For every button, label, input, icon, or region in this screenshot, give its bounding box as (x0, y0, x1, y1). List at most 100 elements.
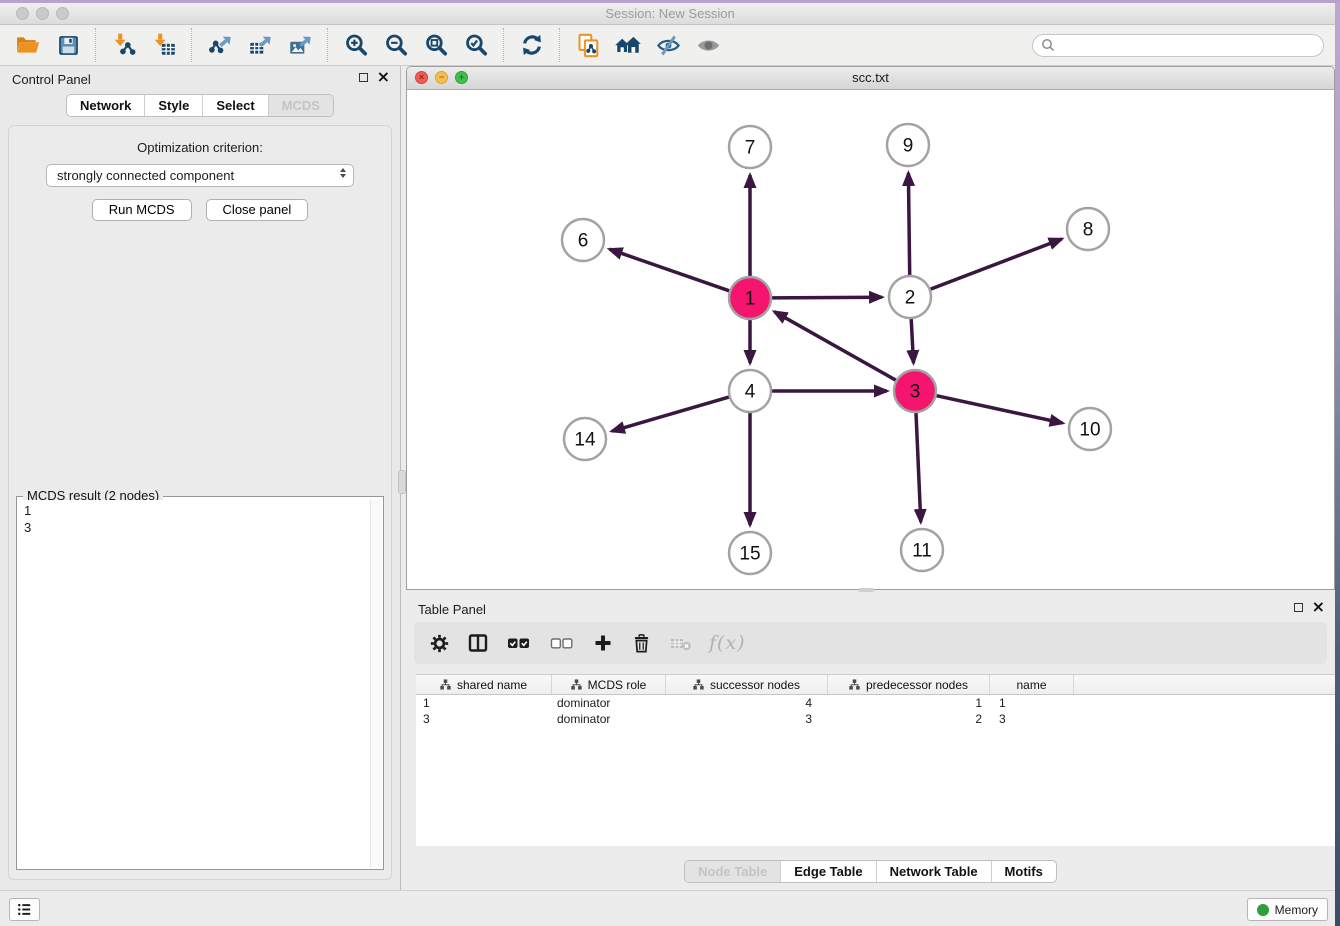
clone-network-icon (575, 32, 602, 59)
clone-network-button[interactable] (568, 27, 608, 63)
columns-icon (466, 631, 490, 655)
cell-predecessor_nodes[interactable]: 2 (828, 712, 990, 726)
tab-network[interactable]: Network (67, 95, 144, 116)
node-4[interactable]: 4 (729, 370, 771, 412)
edge-3-11[interactable] (916, 413, 921, 522)
cell-successor_nodes[interactable]: 3 (666, 712, 828, 726)
result-scrollbar[interactable] (370, 500, 382, 868)
node-9[interactable]: 9 (887, 124, 929, 166)
close-panel-icon[interactable]: × (377, 71, 390, 83)
delete-column-button[interactable] (630, 632, 653, 655)
table-row[interactable]: 3dominator323 (416, 711, 1335, 727)
deselect-all-columns-button[interactable] (548, 631, 576, 655)
show-panel-button[interactable] (688, 27, 728, 63)
node-8[interactable]: 8 (1067, 208, 1109, 250)
column-header-name[interactable]: name (990, 675, 1074, 694)
show-all-networks-button[interactable] (608, 27, 648, 63)
node-10[interactable]: 10 (1069, 408, 1111, 450)
plus-icon (591, 631, 615, 655)
import-table-button[interactable] (144, 27, 184, 63)
network-canvas[interactable]: 7 9 6 8 1 2 4 3 14 10 15 11 (407, 90, 1334, 590)
zoom-out-button[interactable] (376, 27, 416, 63)
column-header-shared-name[interactable]: shared name (416, 675, 552, 694)
cell-shared_name[interactable]: 3 (416, 712, 552, 726)
open-session-button[interactable] (8, 27, 48, 63)
zoom-fit-button[interactable] (416, 27, 456, 63)
node-2[interactable]: 2 (889, 276, 931, 318)
show-column-panel-button[interactable] (466, 631, 490, 655)
node-1[interactable]: 1 (729, 277, 771, 319)
cell-mcds_role[interactable]: dominator (552, 712, 666, 726)
edge-3-1[interactable] (774, 312, 895, 381)
eye-icon (695, 32, 722, 59)
tab-motifs[interactable]: Motifs (991, 861, 1056, 882)
close-table-panel-icon[interactable]: × (1312, 601, 1325, 613)
edge-1-2[interactable] (772, 297, 882, 298)
column-header-MCDS-role[interactable]: MCDS role (552, 675, 666, 694)
tab-edge-table[interactable]: Edge Table (780, 861, 875, 882)
export-table-button[interactable] (240, 27, 280, 63)
svg-text:9: 9 (903, 136, 914, 157)
node-11[interactable]: 11 (901, 529, 943, 571)
memory-button[interactable]: Memory (1247, 898, 1328, 921)
table-row[interactable]: 1dominator411 (416, 695, 1335, 711)
cell-name[interactable]: 3 (990, 712, 1074, 726)
search-input[interactable] (1055, 37, 1323, 53)
zoom-selected-button[interactable] (456, 27, 496, 63)
column-header-predecessor-nodes[interactable]: predecessor nodes (828, 675, 990, 694)
tab-mcds[interactable]: MCDS (268, 95, 333, 116)
cell-predecessor_nodes[interactable]: 1 (828, 696, 990, 710)
svg-text:2: 2 (905, 288, 916, 309)
tab-node-table[interactable]: Node Table (685, 861, 780, 882)
edge-2-9[interactable] (908, 173, 909, 275)
create-column-button[interactable] (591, 631, 615, 655)
unchecked-boxes-icon (548, 631, 576, 655)
trash-icon (630, 632, 653, 655)
cell-name[interactable]: 1 (990, 696, 1074, 710)
criterion-dropdown-value: strongly connected component (57, 168, 234, 183)
node-15[interactable]: 15 (729, 532, 771, 574)
edge-3-10[interactable] (937, 396, 1063, 423)
task-history-button[interactable] (9, 898, 40, 921)
apply-layout-button[interactable] (512, 27, 552, 63)
import-network-button[interactable] (104, 27, 144, 63)
cell-mcds_role[interactable]: dominator (552, 696, 666, 710)
criterion-dropdown[interactable]: strongly connected component (46, 164, 354, 187)
save-session-button[interactable] (48, 27, 88, 63)
search-icon (1041, 38, 1055, 52)
select-all-columns-button[interactable] (505, 631, 533, 655)
table-settings-button[interactable] (428, 632, 451, 655)
export-image-button[interactable] (280, 27, 320, 63)
tab-select[interactable]: Select (202, 95, 267, 116)
node-3[interactable]: 3 (894, 370, 936, 412)
tab-style[interactable]: Style (144, 95, 202, 116)
control-panel-header: Control Panel × (0, 66, 400, 92)
edge-4-14[interactable] (612, 397, 729, 431)
run-mcds-button[interactable]: Run MCDS (92, 199, 192, 221)
mcds-result-list[interactable]: 1 3 (18, 500, 370, 868)
edge-1-6[interactable] (610, 249, 730, 291)
float-table-panel-icon[interactable] (1294, 603, 1303, 612)
horizontal-splitter-handle[interactable] (858, 588, 874, 592)
node-14[interactable]: 14 (564, 418, 606, 460)
search-field[interactable] (1032, 34, 1324, 57)
zoom-fit-icon (423, 32, 449, 58)
edge-2-8[interactable] (931, 239, 1062, 289)
export-table-icon (247, 32, 273, 58)
cell-shared_name[interactable]: 1 (416, 696, 552, 710)
close-panel-button[interactable]: Close panel (206, 199, 309, 221)
export-network-button[interactable] (200, 27, 240, 63)
toolbar-separator (559, 28, 561, 62)
column-header-successor-nodes[interactable]: successor nodes (666, 675, 828, 694)
float-panel-icon[interactable] (359, 73, 368, 82)
edge-2-3[interactable] (911, 319, 913, 363)
tab-network-table[interactable]: Network Table (876, 861, 991, 882)
zoom-in-button[interactable] (336, 27, 376, 63)
import-table-icon (151, 32, 177, 58)
cell-successor_nodes[interactable]: 4 (666, 696, 828, 710)
hide-panel-button[interactable] (648, 27, 688, 63)
vertical-splitter-handle[interactable] (398, 470, 406, 494)
node-6[interactable]: 6 (562, 219, 604, 261)
node-7[interactable]: 7 (729, 126, 771, 168)
control-panel-tabs: NetworkStyleSelectMCDS (66, 94, 334, 117)
